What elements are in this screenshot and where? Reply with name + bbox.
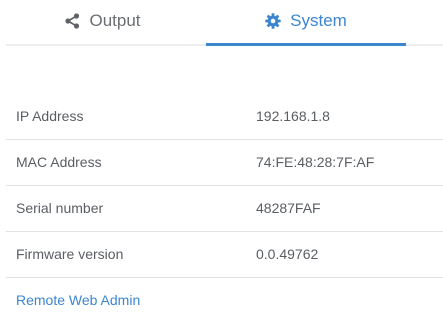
firmware-version-value: 0.0.49762 bbox=[256, 246, 319, 262]
tab-system[interactable]: System bbox=[206, 0, 406, 46]
tab-output-inner: Output bbox=[65, 11, 141, 31]
system-info-table: IP Address 192.168.1.8 MAC Address 74:FE… bbox=[6, 94, 443, 323]
info-row-firmware: Firmware version 0.0.49762 bbox=[6, 232, 443, 278]
serial-number-label: Serial number bbox=[16, 200, 104, 216]
info-row-mac: MAC Address 74:FE:48:28:7F:AF bbox=[6, 140, 443, 186]
tab-output[interactable]: Output bbox=[6, 0, 206, 46]
info-row-serial: Serial number 48287FAF bbox=[6, 186, 443, 232]
gear-icon bbox=[265, 13, 281, 29]
serial-number-value: 48287FAF bbox=[256, 200, 321, 216]
share-icon bbox=[65, 13, 80, 29]
remote-web-admin-link[interactable]: Remote Web Admin bbox=[16, 278, 140, 323]
mac-address-value: 74:FE:48:28:7F:AF bbox=[256, 154, 375, 170]
ip-address-label: IP Address bbox=[16, 108, 84, 124]
ip-address-value: 192.168.1.8 bbox=[256, 108, 330, 124]
info-row-ip: IP Address 192.168.1.8 bbox=[6, 94, 443, 140]
tab-bar: Output System bbox=[6, 0, 443, 46]
remote-admin-row: Remote Web Admin bbox=[6, 278, 443, 323]
tab-output-label: Output bbox=[89, 11, 141, 30]
mac-address-label: MAC Address bbox=[16, 154, 102, 170]
firmware-version-label: Firmware version bbox=[16, 246, 124, 262]
tab-system-label: System bbox=[290, 11, 347, 30]
tab-system-inner: System bbox=[265, 11, 347, 31]
active-tab-indicator bbox=[206, 43, 406, 46]
